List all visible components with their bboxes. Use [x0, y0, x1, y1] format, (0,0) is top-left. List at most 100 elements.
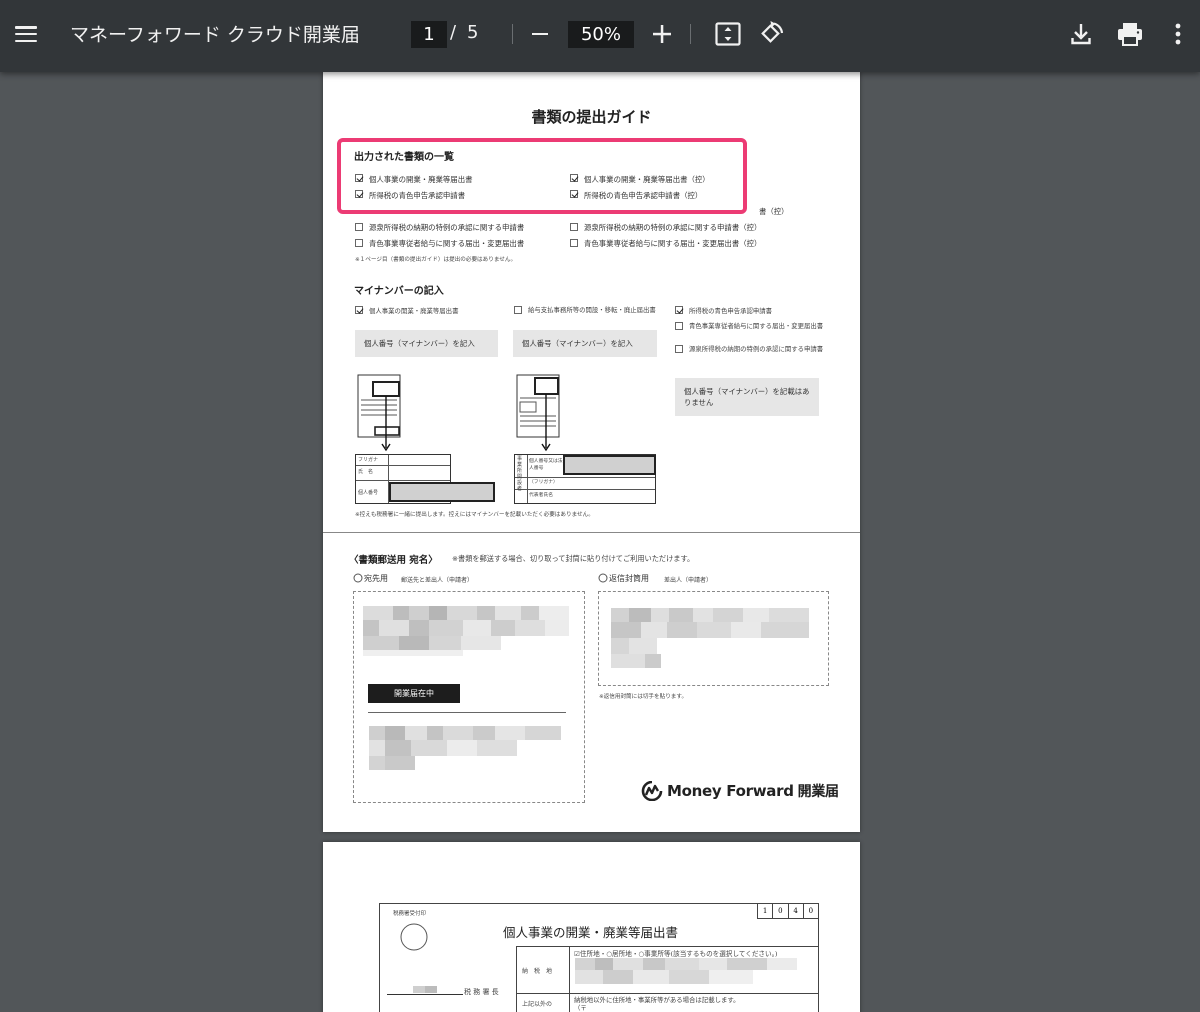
code-digit: 0: [808, 907, 814, 915]
mynumber-note: ※控えも税務署に一緒に提出します。控えにはマイナンバーを記載いただく必要はありま…: [355, 512, 594, 518]
form-code-box: 1 0 4 0: [757, 903, 819, 919]
radio-icon: [353, 573, 363, 583]
blurred-sender-image: [369, 726, 565, 784]
print-button[interactable]: [1114, 19, 1146, 49]
form-label: 個人番号: [358, 490, 379, 496]
minus-icon: [532, 32, 548, 36]
rotate-button[interactable]: [755, 18, 787, 50]
mynumber-item: 青色事業専従者給与に関する届出・変更届出書: [689, 322, 824, 330]
plus-icon: [653, 25, 671, 43]
tax-office-underline: [387, 994, 463, 995]
form-line: [516, 946, 517, 1012]
zoom-in-button[interactable]: [648, 20, 676, 48]
checkbox: [355, 223, 363, 231]
checkbox: [570, 223, 578, 231]
address-divider: [368, 712, 566, 713]
checkbox: [355, 190, 363, 198]
document-title: マネーフォワード クラウド開業届: [70, 24, 360, 46]
mynumber-heading: マイナンバーの記入: [354, 286, 444, 297]
radio-icon: [598, 573, 608, 583]
money-forward-logo-icon: [641, 781, 663, 801]
checkbox: [675, 322, 683, 330]
form-row-subtext: （〒: [574, 1004, 587, 1012]
page-title: 書類の提出ガイド: [531, 108, 652, 126]
highlight-annotation: 出力された書類の一覧 個人事業の開業・廃業等届出書 個人事業の開業・廃業等届出書…: [337, 138, 747, 214]
menu-button[interactable]: [8, 16, 44, 52]
rotate-icon: [761, 21, 784, 43]
toolbar-divider: [690, 24, 691, 44]
doc-item-label: 青色事業専従者給与に関する届出・変更届出書（控）: [584, 239, 762, 248]
checkbox: [355, 306, 363, 314]
zoom-input[interactable]: 50%: [568, 21, 634, 48]
mynumber-item: 所得税の青色申告承認申請書: [689, 307, 773, 315]
output-docs-heading: 出力された書類の一覧: [354, 152, 454, 163]
doc-item-label: 所得税の青色申告承認申請書（控）: [584, 191, 703, 200]
checkbox: [570, 190, 578, 198]
code-digit: 0: [773, 904, 789, 918]
address-sublabel: 郵送先と差出人（申請者）: [401, 577, 474, 584]
form-row-text: 納税地以外に住所地・事業所等がある場合は記載します。: [574, 996, 740, 1004]
form-row-text: ☑住所地・○居所地・○事業所等(該当するものを選択してください。): [574, 950, 778, 958]
total-pages: 5: [467, 22, 479, 43]
code-digit: 4: [789, 904, 804, 918]
mynumber-box: 個人番号（マイナンバー）を記入: [513, 330, 657, 357]
download-icon: [1071, 24, 1091, 45]
guide-note: ※１ページ目（書類の提出ガイド）は提出の必要はありません。: [355, 257, 517, 263]
mailing-heading: 〈書類郵送用 宛名〉: [349, 555, 438, 566]
stamp-label: 開業届在中: [368, 684, 460, 703]
form-title: 個人事業の開業・廃業等届出書: [503, 925, 679, 940]
more-options-button[interactable]: [1166, 19, 1190, 49]
form-label: 事業所開設者: [517, 456, 523, 492]
checkbox: [675, 306, 683, 314]
mynumber-item: 個人事業の開業・廃業等届出書: [369, 307, 459, 315]
blurred-address-image: [575, 958, 797, 990]
hamburger-icon: [15, 26, 37, 42]
current-page-input[interactable]: 1: [411, 21, 447, 48]
doc-item-label: 個人事業の開業・廃業等届出書: [369, 175, 473, 184]
form-label: （フリガナ）: [529, 480, 558, 485]
stamp-circle-icon: [400, 923, 428, 951]
form-label: 個人番号又は法人番号: [529, 459, 563, 471]
checkbox: [570, 239, 578, 247]
form-row-label: 納 税 地: [522, 968, 553, 975]
code-digit: 1: [758, 904, 774, 918]
page-separator: /: [450, 22, 457, 43]
form-row-label: 上記以外の: [522, 1001, 553, 1008]
zoom-out-button[interactable]: [526, 20, 554, 48]
return-note: ※返信用封筒には切手を貼ります。: [599, 694, 688, 700]
checkbox: [514, 306, 522, 314]
checkbox: [675, 345, 683, 353]
form-thumbnail-icon: [516, 374, 560, 452]
download-button[interactable]: [1066, 19, 1096, 49]
logo-suffix: 開業届: [797, 784, 839, 800]
pdf-toolbar: マネーフォワード クラウド開業届 1 / 5 50%: [0, 0, 1200, 72]
partial-item-label: 書（控）: [759, 207, 789, 216]
doc-item-label: 青色事業専従者給与に関する届出・変更届出書: [369, 239, 525, 248]
mynumber-field-sample: [389, 482, 495, 502]
form-label: フリガナ: [358, 457, 379, 463]
doc-item-label: 所得税の青色申告承認申請書: [369, 191, 466, 200]
blurred-return-image: [611, 608, 809, 672]
checkbox: [355, 239, 363, 247]
mynumber-item: 給与支払事務所等の開設・移転・廃止届出書: [528, 306, 656, 314]
form-line: [516, 993, 819, 994]
return-sublabel: 差出人（申請者）: [664, 577, 713, 584]
fit-to-page-button[interactable]: [713, 19, 743, 49]
tax-office-label: 税 務 署 長: [464, 988, 499, 996]
form-line: [516, 946, 819, 947]
mynumber-box: 個人番号（マイナンバー）を記載はありません: [675, 378, 819, 416]
mailing-note: ※書類を郵送する場合、切り取って封筒に貼り付けてご利用いただけます。: [452, 554, 695, 563]
cut-line: [323, 532, 860, 533]
checkbox: [355, 174, 363, 182]
mynumber-item: 源泉所得税の納期の特例の承認に関する申請書: [689, 345, 824, 353]
form-thumbnail-icon: [357, 374, 401, 452]
doc-item-label: 源泉所得税の納期の特例の承認に関する申請書（控）: [584, 223, 762, 232]
logo-text: Money Forward: [667, 782, 794, 800]
toolbar-divider: [512, 24, 513, 44]
fit-page-icon: [715, 22, 741, 46]
return-label: 返信封筒用: [609, 574, 649, 583]
form-line: [569, 946, 570, 1012]
money-forward-logo: Money Forward 開業届: [641, 781, 839, 801]
pdf-page-2: 税務署受付印 個人事業の開業・廃業等届出書 1 0 4 0 納 税 地 ☑住所地…: [323, 842, 860, 1012]
address-label: 宛先用: [364, 574, 388, 583]
